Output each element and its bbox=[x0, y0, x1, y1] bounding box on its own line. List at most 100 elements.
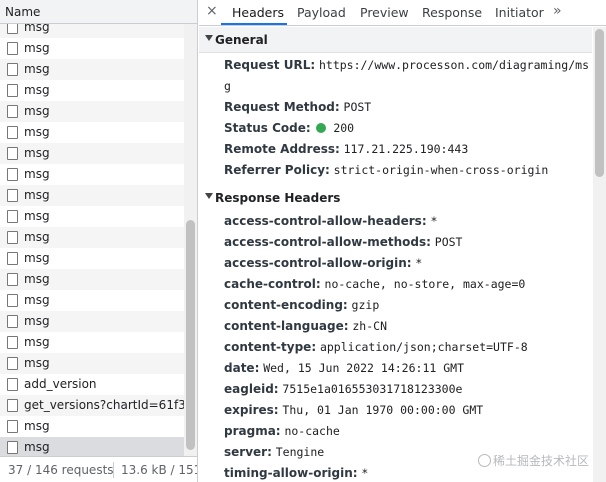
request-row[interactable]: msg bbox=[0, 332, 184, 353]
document-icon bbox=[7, 42, 18, 55]
response-header-row: timing-allow-origin: * bbox=[224, 466, 368, 480]
triangle-down-icon bbox=[205, 193, 213, 199]
request-row[interactable]: msg bbox=[0, 227, 184, 248]
request-row[interactable]: msg bbox=[0, 164, 184, 185]
response-header-row: server: Tengine bbox=[224, 445, 324, 459]
request-name: get_versions?chartId=61f398... bbox=[24, 398, 184, 412]
response-header-row: content-language: zh-CN bbox=[224, 319, 387, 333]
double-chevron-right-icon[interactable]: » bbox=[553, 3, 562, 19]
name-column-label: Name bbox=[5, 5, 41, 19]
header-key: expires: bbox=[224, 403, 279, 417]
document-icon bbox=[7, 105, 18, 118]
transfer-size: 13.6 kB / 151 bbox=[121, 463, 197, 477]
header-value: 117.21.225.190:443 bbox=[343, 142, 469, 156]
details-tabbar: × Headers Payload Preview Response Initi… bbox=[199, 0, 606, 26]
response-headers-section-header[interactable]: Response Headers bbox=[199, 185, 592, 211]
header-value: application/json;charset=UTF-8 bbox=[319, 340, 528, 354]
document-icon bbox=[7, 126, 18, 139]
request-row[interactable]: msg bbox=[0, 59, 184, 80]
document-icon bbox=[7, 294, 18, 307]
request-row[interactable]: msg bbox=[0, 311, 184, 332]
request-row[interactable]: msg bbox=[0, 122, 184, 143]
tab-response[interactable]: Response bbox=[422, 5, 482, 20]
request-name: msg bbox=[24, 41, 50, 55]
general-section-header[interactable]: General bbox=[199, 27, 592, 53]
request-row[interactable]: msg bbox=[0, 269, 184, 290]
request-name: msg bbox=[24, 188, 50, 202]
request-row[interactable]: msg bbox=[0, 416, 184, 437]
request-row[interactable]: msg bbox=[0, 185, 184, 206]
header-value: https://www.processon.com/diagraming/ms bbox=[318, 58, 589, 72]
tab-payload[interactable]: Payload bbox=[297, 5, 346, 20]
document-icon bbox=[7, 273, 18, 286]
request-row[interactable]: msg bbox=[0, 437, 184, 456]
header-key: Referrer Policy: bbox=[224, 163, 330, 177]
name-column-header[interactable]: Name bbox=[0, 0, 197, 24]
request-name: msg bbox=[24, 272, 50, 286]
tab-headers[interactable]: Headers bbox=[232, 5, 284, 20]
header-key: timing-allow-origin: bbox=[224, 466, 358, 480]
document-icon bbox=[7, 357, 18, 370]
header-value: POST bbox=[343, 100, 372, 114]
request-list-scrollbar[interactable] bbox=[184, 24, 197, 456]
header-value: strict-origin-when-cross-origin bbox=[333, 163, 549, 177]
active-tab-indicator bbox=[221, 23, 287, 25]
request-name: msg bbox=[24, 146, 50, 160]
request-name: msg bbox=[24, 419, 50, 433]
request-row[interactable]: msg bbox=[0, 24, 184, 38]
header-key: cache-control: bbox=[224, 277, 321, 291]
request-row[interactable]: add_version bbox=[0, 374, 184, 395]
header-value: Tengine bbox=[275, 445, 325, 459]
header-key: date: bbox=[224, 361, 260, 375]
request-row[interactable]: msg bbox=[0, 80, 184, 101]
request-details-panel: × Headers Payload Preview Response Initi… bbox=[199, 0, 606, 482]
request-row[interactable]: msg bbox=[0, 143, 184, 164]
response-header-row: access-control-allow-headers: * bbox=[224, 214, 437, 228]
response-header-row: access-control-allow-origin: * bbox=[224, 256, 422, 270]
document-icon bbox=[7, 315, 18, 328]
request-url-wrap-row: g bbox=[224, 79, 231, 93]
request-name: msg bbox=[24, 104, 50, 118]
document-icon bbox=[7, 84, 18, 97]
response-header-row: access-control-allow-methods: POST bbox=[224, 235, 462, 249]
header-key: access-control-allow-methods: bbox=[224, 235, 431, 249]
status-code-row: Status Code: 200 bbox=[224, 121, 354, 135]
request-name: msg bbox=[24, 24, 50, 34]
request-name: msg bbox=[24, 62, 50, 76]
close-icon[interactable]: × bbox=[206, 3, 218, 19]
request-row[interactable]: msg bbox=[0, 290, 184, 311]
details-scrollbar[interactable] bbox=[593, 27, 606, 482]
request-row[interactable]: get_versions?chartId=61f398... bbox=[0, 395, 184, 416]
request-row[interactable]: msg bbox=[0, 353, 184, 374]
request-name: msg bbox=[24, 356, 50, 370]
response-header-row: cache-control: no-cache, no-store, max-a… bbox=[224, 277, 525, 291]
response-header-row: pragma: no-cache bbox=[224, 424, 340, 438]
header-value: no-cache, no-store, max-age=0 bbox=[324, 277, 526, 291]
header-key: server: bbox=[224, 445, 272, 459]
document-icon bbox=[7, 378, 18, 391]
response-header-row: content-encoding: gzip bbox=[224, 298, 379, 312]
triangle-down-icon bbox=[205, 35, 213, 41]
remote-address-row: Remote Address: 117.21.225.190:443 bbox=[224, 142, 468, 156]
request-name: msg bbox=[24, 251, 50, 265]
request-row[interactable]: msg bbox=[0, 248, 184, 269]
header-key: content-type: bbox=[224, 340, 317, 354]
details-scroll-thumb[interactable] bbox=[595, 29, 604, 177]
request-row[interactable]: msg bbox=[0, 38, 184, 59]
request-count: 37 / 146 requests bbox=[8, 463, 114, 477]
request-row[interactable]: msg bbox=[0, 206, 184, 227]
request-name: msg bbox=[24, 209, 50, 223]
request-url-row: Request URL: https://www.processon.com/d… bbox=[224, 58, 589, 72]
response-header-row: eagleid: 7515e1a016553031718123300e bbox=[224, 382, 462, 396]
document-icon bbox=[7, 399, 18, 412]
document-icon bbox=[7, 168, 18, 181]
tab-initiator[interactable]: Initiator bbox=[495, 5, 544, 20]
request-list-panel: Name msg msg msg msg msg msg msg msg msg msg msg ms… bbox=[0, 0, 198, 482]
request-list-scroll-thumb[interactable] bbox=[186, 220, 195, 450]
request-row[interactable]: msg bbox=[0, 101, 184, 122]
general-section-title: General bbox=[215, 33, 268, 47]
tab-preview[interactable]: Preview bbox=[360, 5, 409, 20]
header-value: no-cache bbox=[284, 424, 340, 438]
network-status-bar: 37 / 146 requests 13.6 kB / 151 bbox=[0, 456, 197, 482]
header-key: Request Method: bbox=[224, 100, 340, 114]
